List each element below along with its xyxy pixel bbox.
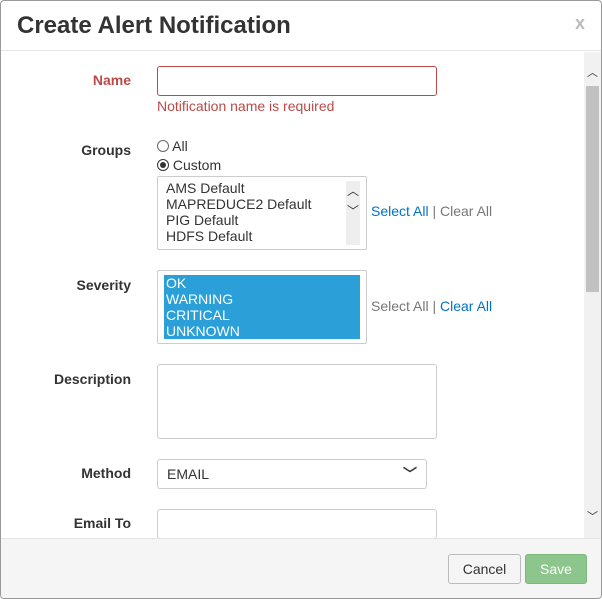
dialog-scrollbar[interactable]: ︿ ﹀ <box>584 52 601 538</box>
scrollbar-thumb[interactable] <box>586 86 599 292</box>
scroll-down-icon[interactable]: ﹀ <box>587 508 598 524</box>
method-label: Method <box>81 465 131 481</box>
description-textarea[interactable] <box>157 364 437 439</box>
groups-radio-all[interactable]: All <box>157 138 188 154</box>
separator: | <box>432 203 437 219</box>
radio-label: Custom <box>172 157 222 173</box>
list-item[interactable]: OK <box>164 275 360 291</box>
list-item[interactable]: PIG Default <box>166 212 358 228</box>
dialog-title: Create Alert Notification <box>17 12 291 39</box>
email-to-label: Email To <box>73 515 131 531</box>
name-input[interactable] <box>157 66 437 96</box>
save-button[interactable]: Save <box>525 554 587 584</box>
list-scrollbar[interactable]: ︿ ﹀ <box>346 181 360 245</box>
list-item[interactable]: HDFS Default <box>166 228 358 244</box>
close-icon[interactable]: x <box>575 13 585 34</box>
separator: | <box>432 298 437 314</box>
groups-select-all[interactable]: Select All <box>371 203 429 219</box>
dialog-body: Name Notification name is required Group… <box>1 52 585 538</box>
cancel-button[interactable]: Cancel <box>448 554 521 584</box>
list-item[interactable]: CRITICAL <box>164 307 360 323</box>
create-alert-notification-dialog: Create Alert Notification x Name Notific… <box>0 0 602 599</box>
name-label: Name <box>92 72 131 88</box>
name-error: Notification name is required <box>157 98 335 114</box>
severity-clear-all[interactable]: Clear All <box>440 298 492 314</box>
radio-label: All <box>172 138 188 154</box>
severity-label: Severity <box>76 277 131 293</box>
severity-actions: Select All | Clear All <box>371 298 492 314</box>
method-value: EMAIL <box>167 466 210 482</box>
scroll-up-icon[interactable]: ︿ <box>587 64 598 80</box>
severity-list[interactable]: OK WARNING CRITICAL UNKNOWN <box>157 270 367 344</box>
severity-select-all[interactable]: Select All <box>371 298 429 314</box>
groups-clear-all[interactable]: Clear All <box>440 203 492 219</box>
dialog-header: Create Alert Notification x <box>1 1 601 51</box>
groups-list[interactable]: AMS Default MAPREDUCE2 Default PIG Defau… <box>157 176 367 250</box>
chevron-down-icon: ﹀ <box>403 466 417 482</box>
groups-radio-custom[interactable]: Custom <box>157 157 221 173</box>
list-item[interactable]: UNKNOWN <box>164 323 360 339</box>
list-item[interactable]: WARNING <box>164 291 360 307</box>
groups-label: Groups <box>81 142 131 158</box>
dialog-footer: Cancel Save <box>1 538 601 598</box>
list-item[interactable]: AMS Default <box>166 180 358 196</box>
list-item[interactable]: MAPREDUCE2 Default <box>166 196 358 212</box>
email-to-input[interactable] <box>157 509 437 538</box>
method-select[interactable]: EMAIL ﹀ <box>157 459 427 489</box>
description-label: Description <box>53 371 131 387</box>
groups-actions: Select All | Clear All <box>371 203 492 219</box>
